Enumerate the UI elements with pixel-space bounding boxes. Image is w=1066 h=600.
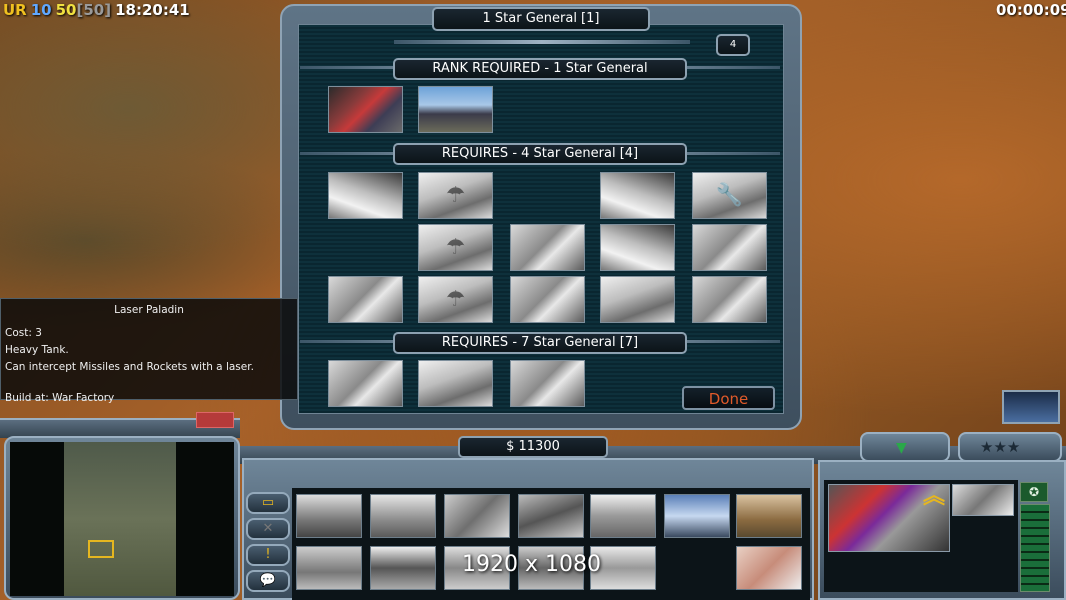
power-tile-stealth-bomber[interactable]	[600, 172, 675, 219]
radar-minimap[interactable]	[64, 442, 176, 596]
tooltip-description-2: Can intercept Missiles and Rockets with …	[5, 361, 254, 373]
build-tile-strategy-center[interactable]	[736, 494, 802, 538]
radar-camera-box	[88, 540, 114, 558]
power-tile-fuel-air-bomb[interactable]	[328, 360, 403, 407]
generals-powers-button[interactable]: ★★★	[958, 432, 1062, 462]
generals-panel-inner	[298, 24, 784, 414]
rank-chevron-icon: ︽	[922, 484, 945, 509]
player-stats: UR 10 50[50] 18:20:41	[3, 1, 194, 19]
power-tile-spectre[interactable]	[692, 276, 767, 323]
match-timer: 00:00:09	[996, 1, 1066, 19]
build-tile-supply-center[interactable]	[590, 494, 656, 538]
build-tile-barracks[interactable]	[370, 494, 436, 538]
build-tile-supply-drop-zone[interactable]	[370, 546, 436, 590]
stat-10: 10	[30, 1, 52, 19]
power-tile-stealth-fighter[interactable]	[600, 224, 675, 271]
chat-button[interactable]: 💬	[246, 570, 290, 592]
general-rank-title: 1 Star General [1]	[432, 7, 650, 31]
rank-required-header: RANK REQUIRED - 1 Star General	[393, 58, 687, 80]
power-star-icon: ✪	[1020, 482, 1048, 502]
requires-7-star-header: REQUIRES - 7 Star General [7]	[393, 332, 687, 354]
options-button[interactable]: ✕	[246, 518, 290, 540]
power-tile-jet-4[interactable]	[510, 360, 585, 407]
tooltip-description-1: Heavy Tank.	[5, 344, 69, 356]
power-tile-jet-2[interactable]	[510, 276, 585, 323]
power-tile-repair[interactable]: 🔧	[692, 172, 767, 219]
build-tile-particle-cannon[interactable]	[664, 494, 730, 538]
build-tile-command-center[interactable]	[296, 494, 362, 538]
unit-tooltip: Laser Paladin Cost: 3 Heavy Tank. Can in…	[0, 298, 298, 404]
power-tile-cargo-plane[interactable]	[418, 360, 493, 407]
stat-50: 50	[55, 1, 77, 19]
power-tile-paradrop-1[interactable]: ☂	[418, 172, 493, 219]
tooltip-title: Laser Paladin	[114, 304, 184, 316]
power-tile-walker[interactable]	[328, 276, 403, 323]
radar-alert-light	[196, 412, 234, 428]
unit-ability-tile[interactable]	[952, 484, 1014, 516]
rank-up-button[interactable]: ▼	[860, 432, 950, 462]
power-tile-sniper[interactable]	[328, 172, 403, 219]
tooltip-cost: Cost: 3	[5, 327, 42, 339]
power-tile-ground-strike[interactable]	[692, 224, 767, 271]
tooltip-spacer	[5, 376, 293, 390]
satellite-icon[interactable]	[1002, 390, 1060, 424]
power-tile-laser-paladin[interactable]	[328, 86, 403, 133]
general-points-box: 4	[716, 34, 750, 56]
build-tile-war-factory[interactable]	[518, 494, 584, 538]
done-button[interactable]: Done	[682, 386, 775, 410]
alert-button[interactable]: !	[246, 544, 290, 566]
build-tile-power-plant[interactable]	[296, 546, 362, 590]
power-tile-paradrop-2[interactable]: ☂	[418, 224, 493, 271]
build-tile-scanner[interactable]	[736, 546, 802, 590]
power-tile-jet-1[interactable]	[510, 224, 585, 271]
build-tile-airfield[interactable]	[444, 494, 510, 538]
money-display: $ 11300	[458, 436, 608, 458]
star-icon: ★★★	[980, 438, 1021, 456]
power-meter	[1020, 504, 1050, 592]
chevron-down-icon: ▼	[896, 440, 907, 456]
resolution-watermark: 1920 x 1080	[462, 552, 601, 577]
rank-progress-bar	[394, 40, 690, 44]
power-tile-jet-3[interactable]	[600, 276, 675, 323]
stat-ur: UR	[3, 1, 27, 19]
power-tile-paradrop-3[interactable]: ☂	[418, 276, 493, 323]
select-all-button[interactable]: ▭	[246, 492, 290, 514]
power-tile-heavy-tank[interactable]	[418, 86, 493, 133]
tooltip-build-at: Build at: War Factory	[5, 392, 115, 404]
stat-50-bracket: [50]	[76, 1, 112, 19]
game-clock: 18:20:41	[115, 1, 190, 19]
requires-4-star-header: REQUIRES - 4 Star General [4]	[393, 143, 687, 165]
